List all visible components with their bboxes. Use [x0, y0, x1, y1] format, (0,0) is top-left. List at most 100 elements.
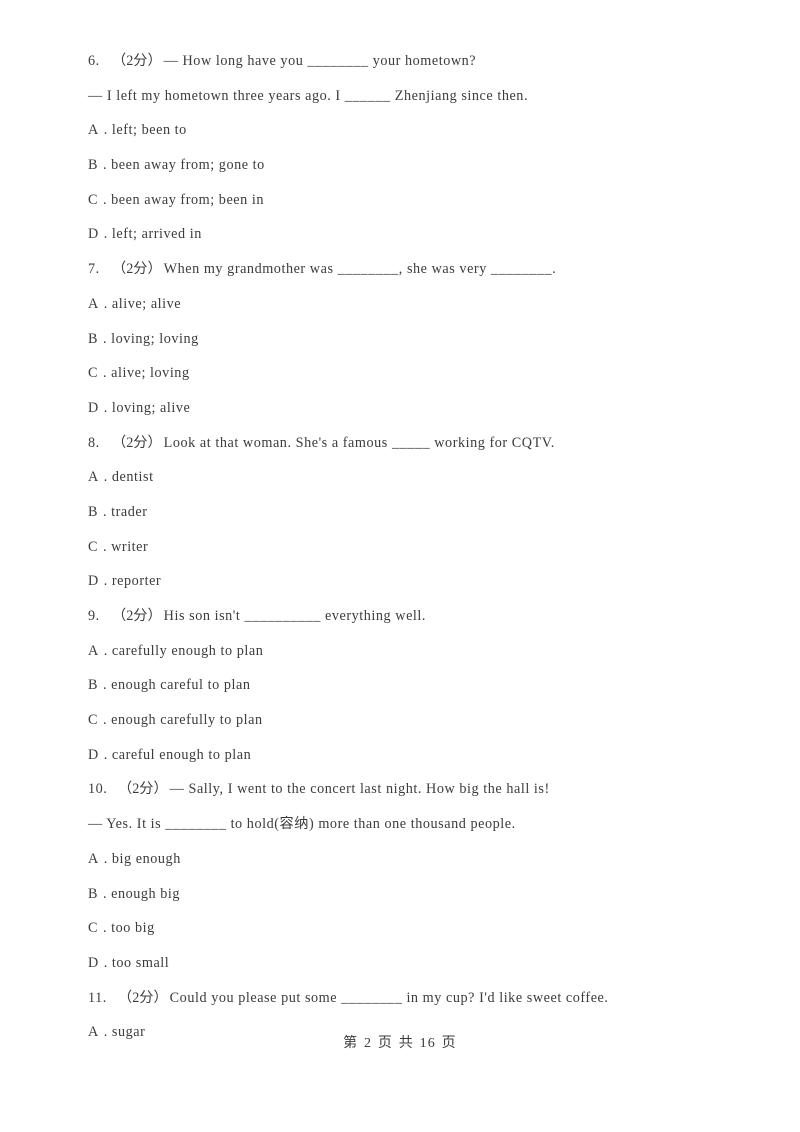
option-a[interactable]: A. left; been to — [88, 113, 728, 148]
question-stem: 11. （2分） Could you please put some _______… — [88, 981, 728, 1016]
question-list: 6. （2分） — How long have you ________ your … — [88, 44, 728, 1050]
question-continuation: — I left my hometown three years ago. I … — [88, 79, 728, 114]
question-score: （2分） — [112, 261, 162, 278]
option-text: too small — [111, 954, 170, 971]
option-letter: B — [88, 677, 99, 694]
option-text: enough big — [111, 885, 181, 902]
option-letter: D — [88, 573, 99, 590]
footer-total-pages: 16 — [419, 1036, 436, 1051]
option-letter: C — [88, 538, 99, 555]
option-dot: . — [103, 712, 108, 729]
question-stem: 9. （2分） His son isn't __________ everythin… — [88, 599, 728, 634]
option-text: been away from; been in — [111, 191, 265, 208]
option-dot: . — [103, 399, 108, 416]
page-canvas: 6. （2分） — How long have you ________ your … — [0, 0, 800, 1132]
option-letter: C — [88, 365, 99, 382]
option-letter: C — [88, 191, 99, 208]
option-letter: C — [88, 920, 99, 937]
option-text: loving; alive — [111, 399, 191, 416]
question-continuation-text: — Yes. It is ________ to hold(容纳) more t… — [88, 816, 516, 833]
question-number: 8. — [88, 434, 100, 451]
option-dot: . — [103, 503, 108, 520]
option-d[interactable]: D. reporter — [88, 564, 728, 599]
option-text: enough careful to plan — [111, 677, 251, 694]
option-dot: . — [103, 295, 108, 312]
option-dot: . — [103, 850, 108, 867]
question-number: 10. — [88, 781, 108, 798]
option-dot: . — [103, 191, 108, 208]
option-text: reporter — [111, 573, 162, 590]
question-continuation: — Yes. It is ________ to hold(容纳) more t… — [88, 807, 728, 842]
question-stem-text: Look at that woman. She's a famous _____… — [163, 434, 555, 451]
option-letter: A — [88, 122, 99, 139]
option-b[interactable]: B. enough big — [88, 877, 728, 912]
footer-page-number: 2 — [364, 1036, 373, 1051]
option-letter: D — [88, 399, 99, 416]
question-stem-text: When my grandmother was ________, she wa… — [163, 261, 557, 278]
option-letter: D — [88, 226, 99, 243]
option-text: left; arrived in — [111, 226, 202, 243]
option-a[interactable]: A. dentist — [88, 460, 728, 495]
option-text: loving; loving — [111, 330, 199, 347]
option-dot: . — [103, 920, 108, 937]
option-letter: A — [88, 469, 99, 486]
option-letter: B — [88, 885, 99, 902]
question-score: （2分） — [112, 608, 162, 624]
option-dot: . — [103, 538, 108, 555]
option-text: alive; loving — [111, 365, 190, 382]
question-number: 9. — [88, 608, 100, 624]
option-text: left; been to — [111, 122, 187, 139]
option-b[interactable]: B. trader — [88, 495, 728, 530]
option-d[interactable]: D. too small — [88, 946, 728, 981]
option-dot: . — [103, 642, 108, 659]
option-letter: A — [88, 850, 99, 867]
option-letter: B — [88, 157, 99, 174]
option-letter: B — [88, 330, 99, 347]
option-d[interactable]: D. left; arrived in — [88, 217, 728, 252]
option-letter: A — [88, 295, 99, 312]
option-c[interactable]: C. enough carefully to plan — [88, 703, 728, 738]
option-dot: . — [103, 157, 108, 174]
option-text: trader — [111, 503, 148, 520]
option-dot: . — [103, 885, 108, 902]
question-stem-text: — How long have you ________ your hometo… — [163, 53, 477, 69]
option-c[interactable]: C. alive; loving — [88, 356, 728, 391]
option-letter: A — [88, 642, 99, 659]
option-b[interactable]: B. been away from; gone to — [88, 148, 728, 183]
option-c[interactable]: C. been away from; been in — [88, 183, 728, 218]
option-text: careful enough to plan — [111, 746, 252, 763]
question-score: （2分） — [118, 781, 168, 798]
question-stem: 7. （2分） When my grandmother was ________, … — [88, 252, 728, 287]
option-text: dentist — [111, 469, 154, 486]
option-b[interactable]: B. enough careful to plan — [88, 668, 728, 703]
option-text: enough carefully to plan — [111, 712, 263, 729]
question-stem: 6. （2分） — How long have you ________ your … — [88, 44, 728, 79]
option-c[interactable]: C. too big — [88, 911, 728, 946]
question-number: 7. — [88, 261, 100, 278]
option-dot: . — [103, 677, 108, 694]
option-a[interactable]: A. carefully enough to plan — [88, 634, 728, 669]
option-text: been away from; gone to — [111, 157, 265, 174]
option-dot: . — [103, 365, 108, 382]
option-text: alive; alive — [111, 295, 182, 312]
question-score: （2分） — [112, 53, 162, 69]
option-dot: . — [103, 954, 108, 971]
question-stem: 8. （2分） Look at that woman. She's a famous… — [88, 426, 728, 461]
option-d[interactable]: D. careful enough to plan — [88, 738, 728, 773]
option-dot: . — [103, 746, 108, 763]
option-text: too big — [111, 920, 155, 937]
question-stem-text: — Sally, I went to the concert last nigh… — [169, 781, 550, 798]
option-a[interactable]: A. big enough — [88, 842, 728, 877]
option-letter: C — [88, 712, 99, 729]
question-stem-text: Could you please put some ________ in my… — [169, 989, 609, 1006]
option-letter: D — [88, 746, 99, 763]
question-number: 6. — [88, 53, 100, 69]
option-d[interactable]: D. loving; alive — [88, 391, 728, 426]
footer-middle: 页 共 — [377, 1035, 414, 1051]
option-a[interactable]: A. alive; alive — [88, 287, 728, 322]
option-c[interactable]: C. writer — [88, 530, 728, 565]
option-b[interactable]: B. loving; loving — [88, 322, 728, 357]
page-footer: 第 2 页 共 16 页 — [0, 1032, 800, 1052]
question-number: 11. — [88, 989, 107, 1006]
option-text: carefully enough to plan — [111, 642, 264, 659]
